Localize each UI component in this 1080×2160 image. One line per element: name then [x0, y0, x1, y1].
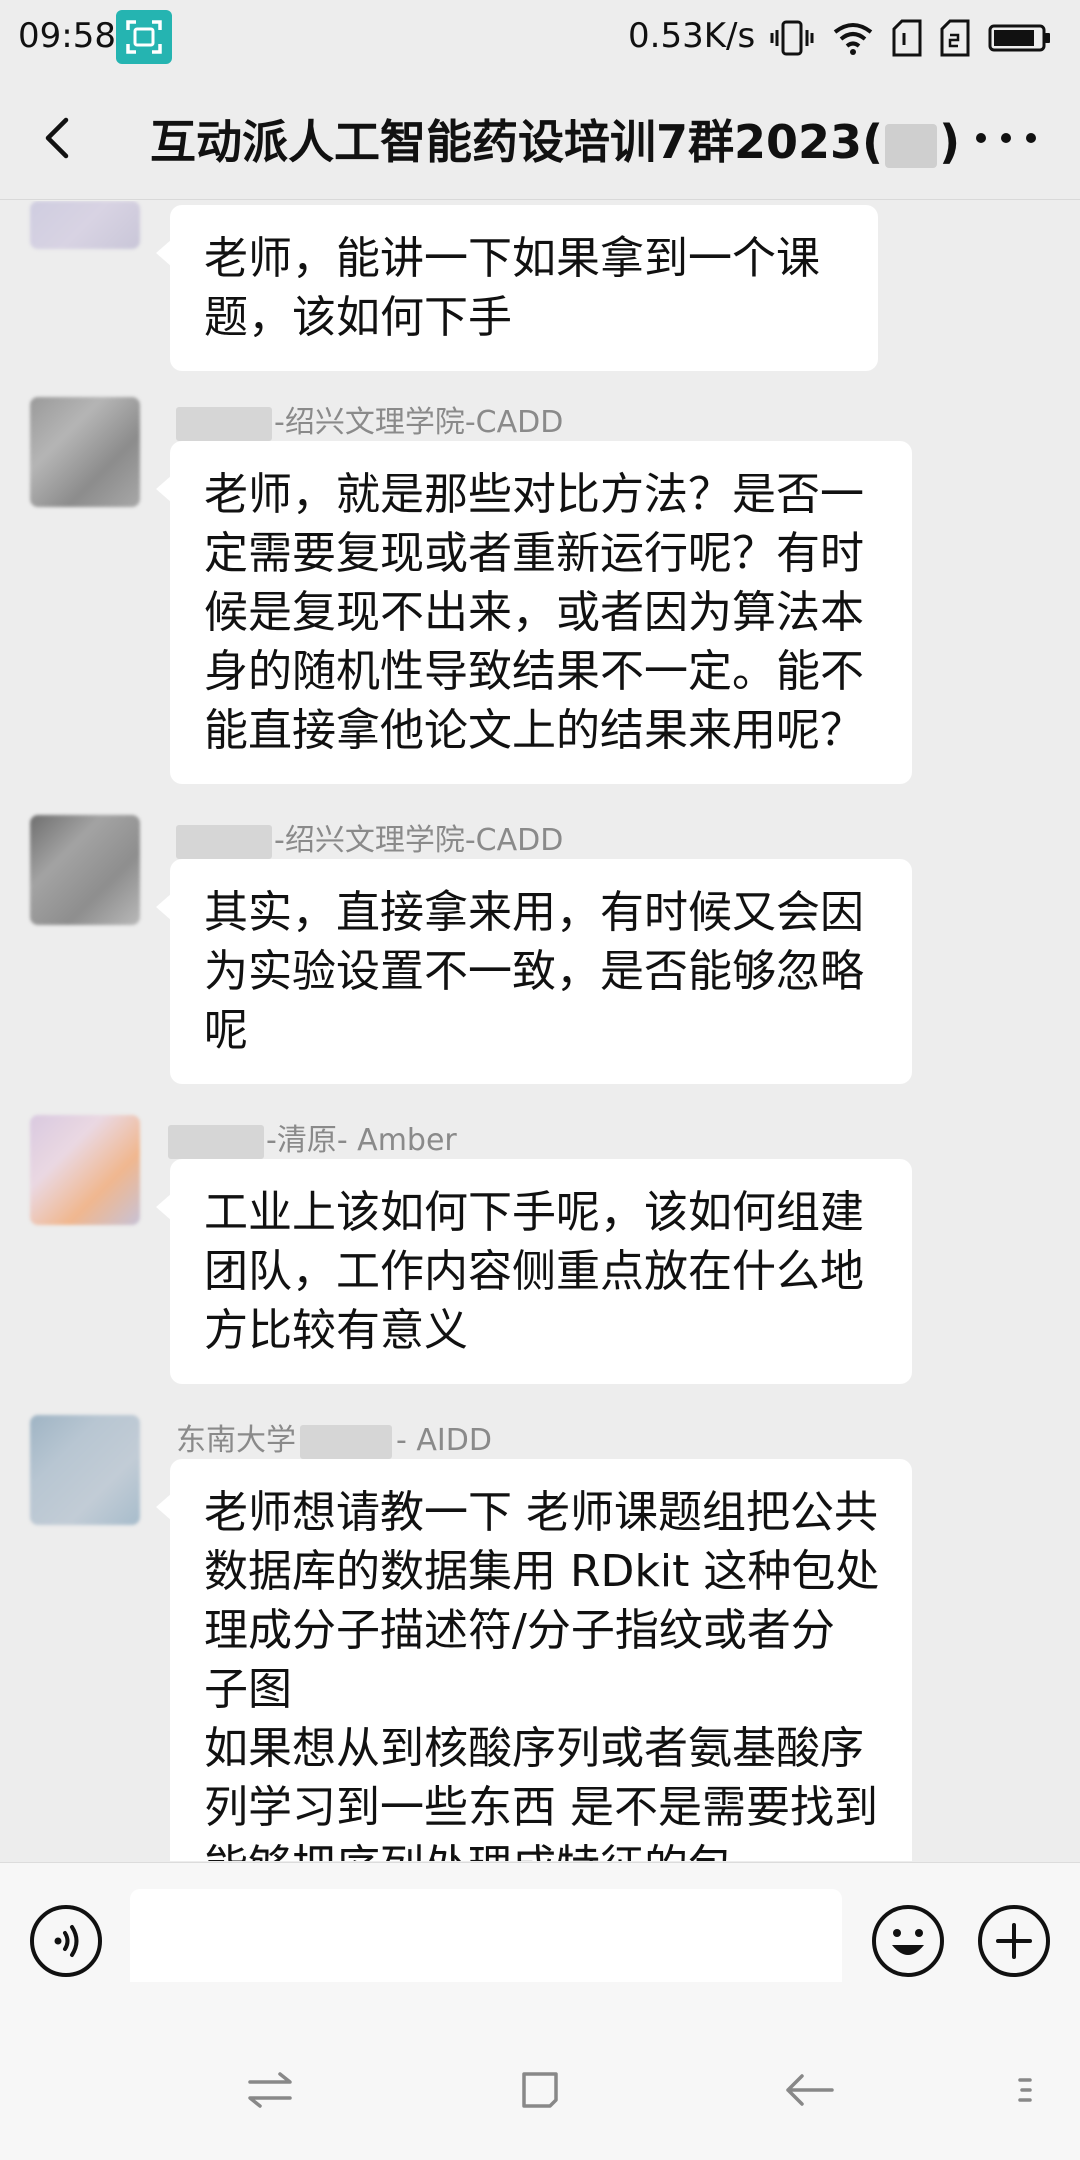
- sender-name-suffix: - AIDD: [396, 1423, 492, 1458]
- wifi-icon: [833, 23, 873, 55]
- back-nav-icon: [786, 2074, 834, 2106]
- message-bubble[interactable]: 老师想请教一下 老师课题组把公共 数据库的数据集用 RDkit 这种包处 理成分…: [156, 1459, 912, 1861]
- more-dots-icon: [976, 133, 986, 143]
- voice-button[interactable]: [28, 1903, 104, 1979]
- sender-name: -绍兴文理学院-CADD: [176, 397, 563, 441]
- sender-name-text: -绍兴文理学院-CADD: [274, 405, 564, 440]
- plus-icon: [978, 1905, 1050, 1977]
- chat-title: 互动派人工智能药设培训7群2023(): [150, 106, 960, 172]
- status-bar: 09:58 0.53K/s: [0, 0, 1080, 76]
- voice-icon: [30, 1905, 102, 1977]
- plus-button[interactable]: [976, 1903, 1052, 1979]
- redacted-block: [168, 1124, 264, 1159]
- avatar[interactable]: [30, 397, 140, 507]
- back-arrow-icon: [45, 117, 69, 159]
- input-bar: [0, 1862, 1080, 1995]
- home-square-icon: [522, 2072, 558, 2108]
- message-bubble[interactable]: 工业上该如何下手呢，该如何组建 团队，工作内容侧重点放在什么地 方比较有意义: [156, 1159, 912, 1384]
- battery-icon: [988, 24, 1050, 52]
- menu-icon: [1018, 2078, 1032, 2102]
- status-icons: [770, 12, 1052, 64]
- more-button[interactable]: [976, 126, 1036, 150]
- avatar[interactable]: [30, 1115, 140, 1225]
- avatar[interactable]: [30, 201, 140, 249]
- message-list[interactable]: 老师，能讲一下如果拿到一个课 题，该如何下手 -绍兴文理学院-CADD 老师，就…: [0, 201, 1080, 1861]
- more-dot: [1026, 133, 1036, 143]
- message-bubble[interactable]: 其实，直接拿来用，有时候又会因 为实验设置不一致，是否能够忽略 呢: [156, 859, 912, 1084]
- chat-title-text: 互动派人工智能药设培训7群2023(: [150, 115, 884, 169]
- redacted-block: [176, 406, 272, 441]
- network-speed: 0.53K/s: [628, 16, 756, 56]
- scan-icon: [116, 10, 172, 64]
- switch-icon: [248, 2072, 292, 2108]
- sim1-icon: [892, 19, 922, 57]
- menu-button[interactable]: [1010, 2060, 1040, 2120]
- sender-name-text: -绍兴文理学院-CADD: [274, 823, 564, 858]
- redacted-block: [176, 824, 272, 859]
- sim2-icon: [940, 19, 970, 57]
- emoji-button[interactable]: [870, 1903, 946, 1979]
- emoji-icon: [872, 1905, 944, 1977]
- message-input[interactable]: [130, 1889, 842, 1995]
- switch-button[interactable]: [240, 2060, 300, 2120]
- status-time: 09:58: [18, 16, 116, 56]
- avatar[interactable]: [30, 1415, 140, 1525]
- message-bubble[interactable]: 老师，就是那些对比方法？是否一 定需要复现或者重新运行呢？有时 候是复现不出来，…: [156, 441, 912, 784]
- more-dot: [1001, 133, 1011, 143]
- chat-header: 互动派人工智能药设培训7群2023(): [0, 76, 1080, 200]
- sender-name: 东南大学 - AIDD: [176, 1415, 492, 1459]
- sender-name: -绍兴文理学院-CADD: [176, 815, 563, 859]
- redacted-block: [885, 123, 938, 168]
- sender-name: -清原- Amber: [168, 1115, 457, 1159]
- chat-title-suffix: ): [939, 115, 961, 169]
- sender-name-text: 东南大学: [176, 1423, 296, 1458]
- back-nav-button[interactable]: [780, 2060, 840, 2120]
- message-bubble[interactable]: 老师，能讲一下如果拿到一个课 题，该如何下手: [156, 205, 878, 371]
- system-nav-bar: [0, 2040, 1080, 2140]
- avatar[interactable]: [30, 815, 140, 925]
- back-button[interactable]: [28, 106, 92, 170]
- redacted-block: [300, 1424, 392, 1459]
- home-button[interactable]: [510, 2060, 570, 2120]
- sender-name-text: -清原- Amber: [266, 1123, 457, 1158]
- vibrate-icon: [770, 20, 814, 56]
